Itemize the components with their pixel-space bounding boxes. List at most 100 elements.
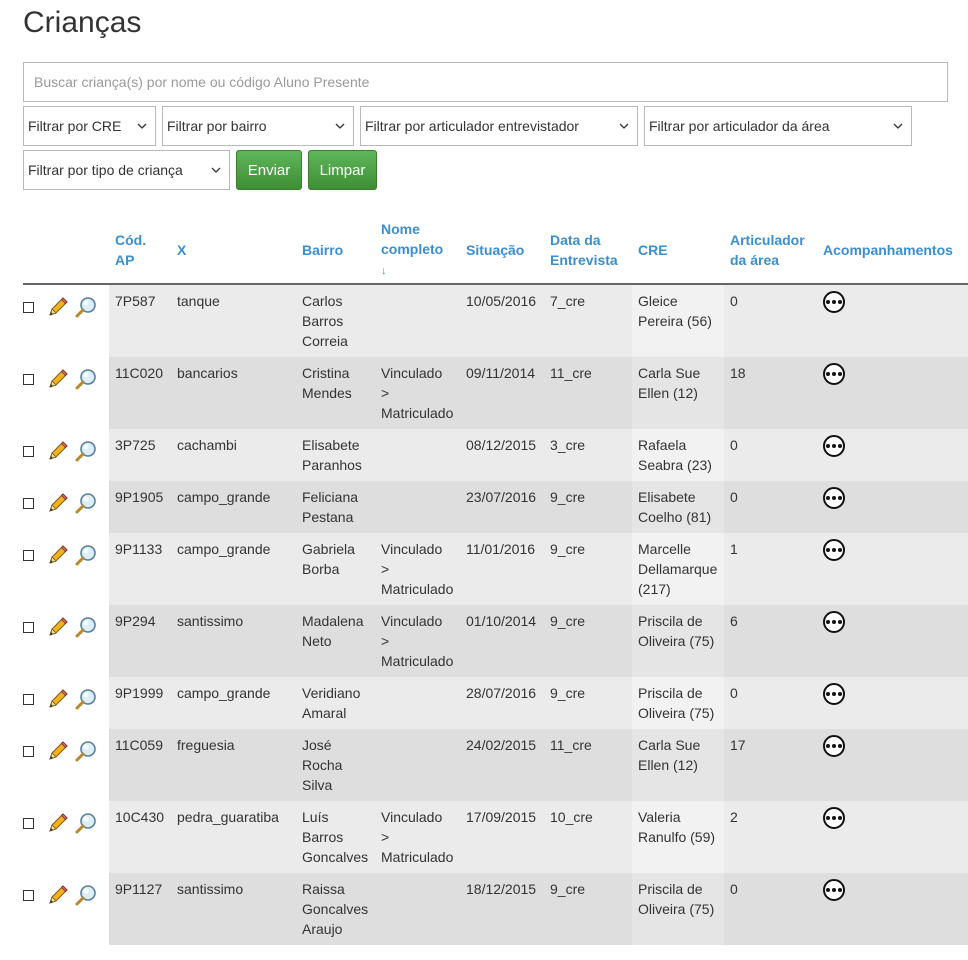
cell-bairro: Veridiano Amaral [302, 685, 361, 721]
search-input[interactable] [23, 62, 948, 102]
cell-x: campo_grande [177, 685, 271, 701]
filter-articulador-area-label: Filtrar por articulador da área [649, 118, 830, 134]
row-checkbox[interactable] [23, 445, 34, 457]
ellipsis-circle-icon[interactable] [823, 487, 845, 509]
magnifier-icon[interactable] [74, 439, 98, 463]
magnifier-icon[interactable] [74, 367, 98, 391]
row-checkbox[interactable] [23, 745, 34, 757]
magnifier-icon[interactable] [74, 811, 98, 835]
header-acompanhamentos[interactable]: Acompanhamentos [817, 216, 968, 285]
pencil-icon[interactable] [46, 883, 70, 907]
limpar-button[interactable]: Limpar [308, 150, 377, 190]
cell-x: freguesia [177, 737, 235, 753]
cell-bairro: Luís Barros Goncalves [302, 809, 369, 865]
ellipsis-circle-icon[interactable] [823, 611, 845, 633]
ellipsis-circle-icon[interactable] [823, 879, 845, 901]
cell-data-entrevista: 9_cre [550, 613, 586, 629]
row-actions [23, 429, 109, 481]
cell-cod-ap: 9P1127 [115, 881, 163, 897]
cell-cod-ap: 9P1133 [115, 541, 163, 557]
magnifier-icon[interactable] [74, 687, 98, 711]
header-situacao[interactable]: Situação [460, 216, 544, 285]
cell-articulador-area: 0 [730, 293, 738, 309]
row-actions [23, 481, 109, 533]
cell-acompanhamentos [817, 801, 968, 873]
cell-cod-ap: 11C059 [115, 737, 164, 753]
pencil-icon[interactable] [46, 295, 70, 319]
cell-articulador-area: 1 [730, 541, 738, 557]
cell-nome-completo [375, 481, 460, 533]
cell-acompanhamentos [817, 429, 968, 481]
magnifier-icon[interactable] [74, 491, 98, 515]
header-cod-ap[interactable]: Cód. AP [109, 216, 171, 285]
enviar-button[interactable]: Enviar [236, 150, 302, 190]
magnifier-icon[interactable] [74, 883, 98, 907]
cell-situacao: 24/02/2015 [466, 737, 537, 753]
magnifier-icon[interactable] [74, 739, 98, 763]
row-checkbox[interactable] [23, 693, 34, 705]
filter-articulador-entrevistador-select[interactable]: Filtrar por articulador entrevistador [360, 106, 638, 146]
row-actions [23, 605, 109, 677]
filter-articulador-area-select[interactable]: Filtrar por articulador da área [644, 106, 912, 146]
table-header-row: Cód. AP X Bairro Nome completo ↓ Situaçã… [23, 216, 968, 285]
header-nome-completo[interactable]: Nome completo ↓ [375, 216, 460, 285]
filter-cre-select[interactable]: Filtrar por CRE [23, 106, 156, 146]
pencil-icon[interactable] [46, 687, 70, 711]
chevron-down-icon [133, 123, 155, 129]
cell-cod-ap: 9P1999 [115, 685, 164, 701]
pencil-icon[interactable] [46, 439, 70, 463]
header-bairro[interactable]: Bairro [296, 216, 375, 285]
cell-x: pedra_guaratiba [177, 809, 279, 825]
magnifier-icon[interactable] [74, 295, 98, 319]
ellipsis-circle-icon[interactable] [823, 435, 845, 457]
table-row: 7P587 tanque Carlos Barros Correia 10/05… [23, 284, 968, 357]
row-checkbox[interactable] [23, 817, 34, 829]
header-cre[interactable]: CRE [632, 216, 724, 285]
row-checkbox[interactable] [23, 621, 34, 633]
row-checkbox[interactable] [23, 373, 34, 385]
filter-bairro-label: Filtrar por bairro [167, 118, 267, 134]
chevron-down-icon [615, 123, 637, 129]
ellipsis-circle-icon[interactable] [823, 539, 845, 561]
cell-situacao: 28/07/2016 [466, 685, 537, 701]
header-x[interactable]: X [171, 216, 296, 285]
row-checkbox[interactable] [23, 549, 34, 561]
pencil-icon[interactable] [46, 615, 70, 639]
row-checkbox[interactable] [23, 497, 34, 509]
row-checkbox[interactable] [23, 301, 34, 313]
header-data-entrevista[interactable]: Data da Entrevista [544, 216, 632, 285]
filter-cre-label: Filtrar por CRE [28, 118, 122, 134]
header-articulador-area[interactable]: Articulador da área [724, 216, 817, 285]
ellipsis-circle-icon[interactable] [823, 735, 845, 757]
filter-bairro-select[interactable]: Filtrar por bairro [162, 106, 354, 146]
cell-data-entrevista: 9_cre [550, 541, 586, 557]
ellipsis-circle-icon[interactable] [823, 683, 845, 705]
ellipsis-circle-icon[interactable] [823, 807, 845, 829]
row-actions [23, 357, 109, 429]
row-actions [23, 729, 109, 801]
magnifier-icon[interactable] [74, 543, 98, 567]
row-checkbox[interactable] [23, 889, 34, 901]
chevron-down-icon [331, 123, 353, 129]
cell-acompanhamentos [817, 284, 968, 357]
pencil-icon[interactable] [46, 543, 70, 567]
ellipsis-circle-icon[interactable] [823, 291, 845, 313]
cell-nome-completo: Vinculado > Matriculado [381, 613, 454, 669]
pencil-icon[interactable] [46, 811, 70, 835]
sort-desc-icon: ↓ [381, 264, 387, 277]
table-row: 9P1999 campo_grande Veridiano Amaral 28/… [23, 677, 968, 729]
cell-bairro: Carlos Barros Correia [302, 293, 348, 349]
magnifier-icon[interactable] [74, 615, 98, 639]
cell-data-entrevista: 11_cre [550, 365, 592, 381]
cell-data-entrevista: 3_cre [550, 437, 586, 453]
cell-bairro: Cristina Mendes [302, 365, 352, 401]
pencil-icon[interactable] [46, 739, 70, 763]
ellipsis-circle-icon[interactable] [823, 363, 845, 385]
table-row: 9P1905 campo_grande Feliciana Pestana 23… [23, 481, 968, 533]
row-actions [23, 677, 109, 729]
filter-tipo-crianca-select[interactable]: Filtrar por tipo de criança [23, 150, 230, 190]
pencil-icon[interactable] [46, 367, 70, 391]
cell-cod-ap: 11C020 [115, 365, 164, 381]
cell-x: campo_grande [177, 489, 271, 505]
pencil-icon[interactable] [46, 491, 70, 515]
